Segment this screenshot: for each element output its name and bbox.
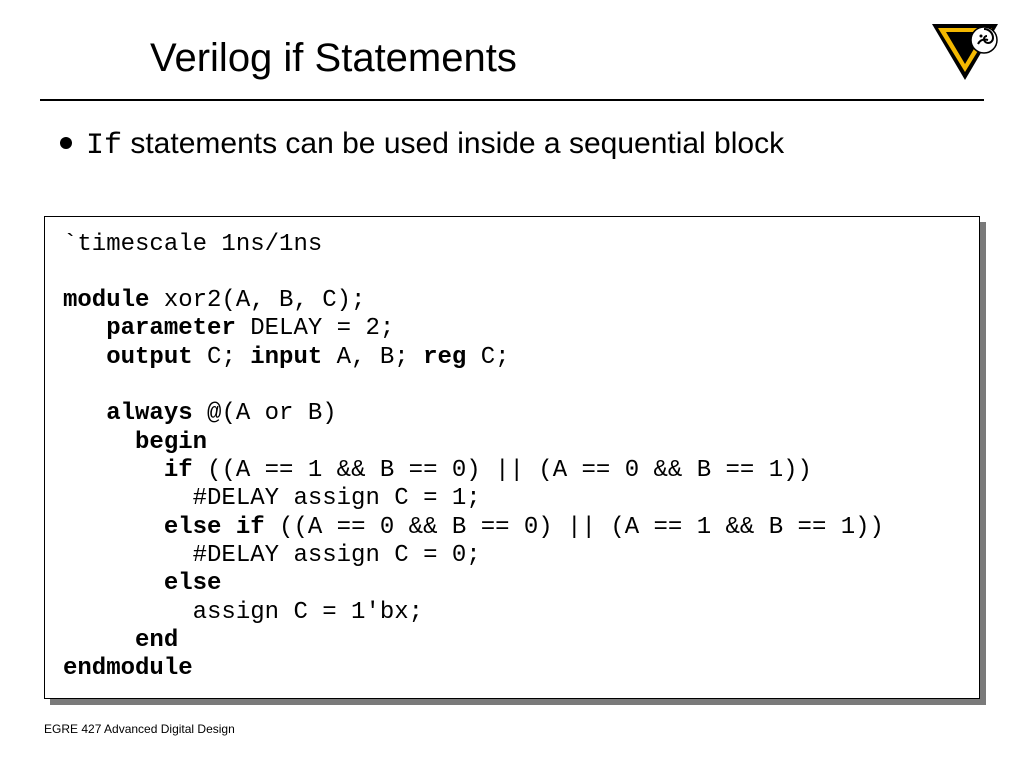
code-kw: else if [164, 514, 265, 541]
code-block-wrap: `timescale 1ns/1ns module xor2(A, B, C);… [44, 216, 980, 699]
slide: Verilog if Statements If statements can … [0, 0, 1024, 768]
code-line: `timescale 1ns/1ns [63, 231, 322, 258]
code-kw: always [106, 400, 192, 427]
code-block: `timescale 1ns/1ns module xor2(A, B, C);… [44, 216, 980, 699]
code-kw: begin [135, 429, 207, 456]
code-text: A, B; [322, 344, 423, 371]
code-kw: module [63, 287, 149, 314]
footer-text: EGRE 427 Advanced Digital Design [44, 722, 235, 736]
code-text: ((A == 0 && B == 0) || (A == 1 && B == 1… [265, 514, 884, 541]
code-line: #DELAY assign C = 0; [193, 542, 481, 569]
list-item: If statements can be used inside a seque… [60, 125, 964, 166]
code-text: ((A == 1 && B == 0) || (A == 0 && B == 1… [193, 457, 812, 484]
title-row: Verilog if Statements [0, 0, 1024, 81]
code-kw: if [164, 457, 193, 484]
page-title: Verilog if Statements [150, 36, 984, 81]
code-kw: endmodule [63, 655, 193, 682]
code-kw: else [164, 570, 222, 597]
code-inline: If [86, 129, 122, 163]
code-text: C; [193, 344, 251, 371]
code-text: C; [466, 344, 509, 371]
code-kw: end [135, 627, 178, 654]
bullet-rest: statements can be used inside a sequenti… [122, 127, 784, 160]
code-kw: reg [423, 344, 466, 371]
vcu-logo-icon [930, 20, 1000, 84]
divider [40, 99, 984, 101]
code-line: assign C = 1'bx; [193, 599, 423, 626]
bullet-list: If statements can be used inside a seque… [60, 125, 964, 166]
code-kw: output [106, 344, 192, 371]
code-line: #DELAY assign C = 1; [193, 485, 481, 512]
bullet-text: If statements can be used inside a seque… [86, 125, 784, 166]
code-text: xor2(A, B, C); [149, 287, 365, 314]
code-text: @(A or B) [193, 400, 337, 427]
code-kw: parameter [106, 315, 236, 342]
code-kw: input [250, 344, 322, 371]
code-text: DELAY = 2; [236, 315, 394, 342]
bullet-icon [60, 137, 72, 149]
